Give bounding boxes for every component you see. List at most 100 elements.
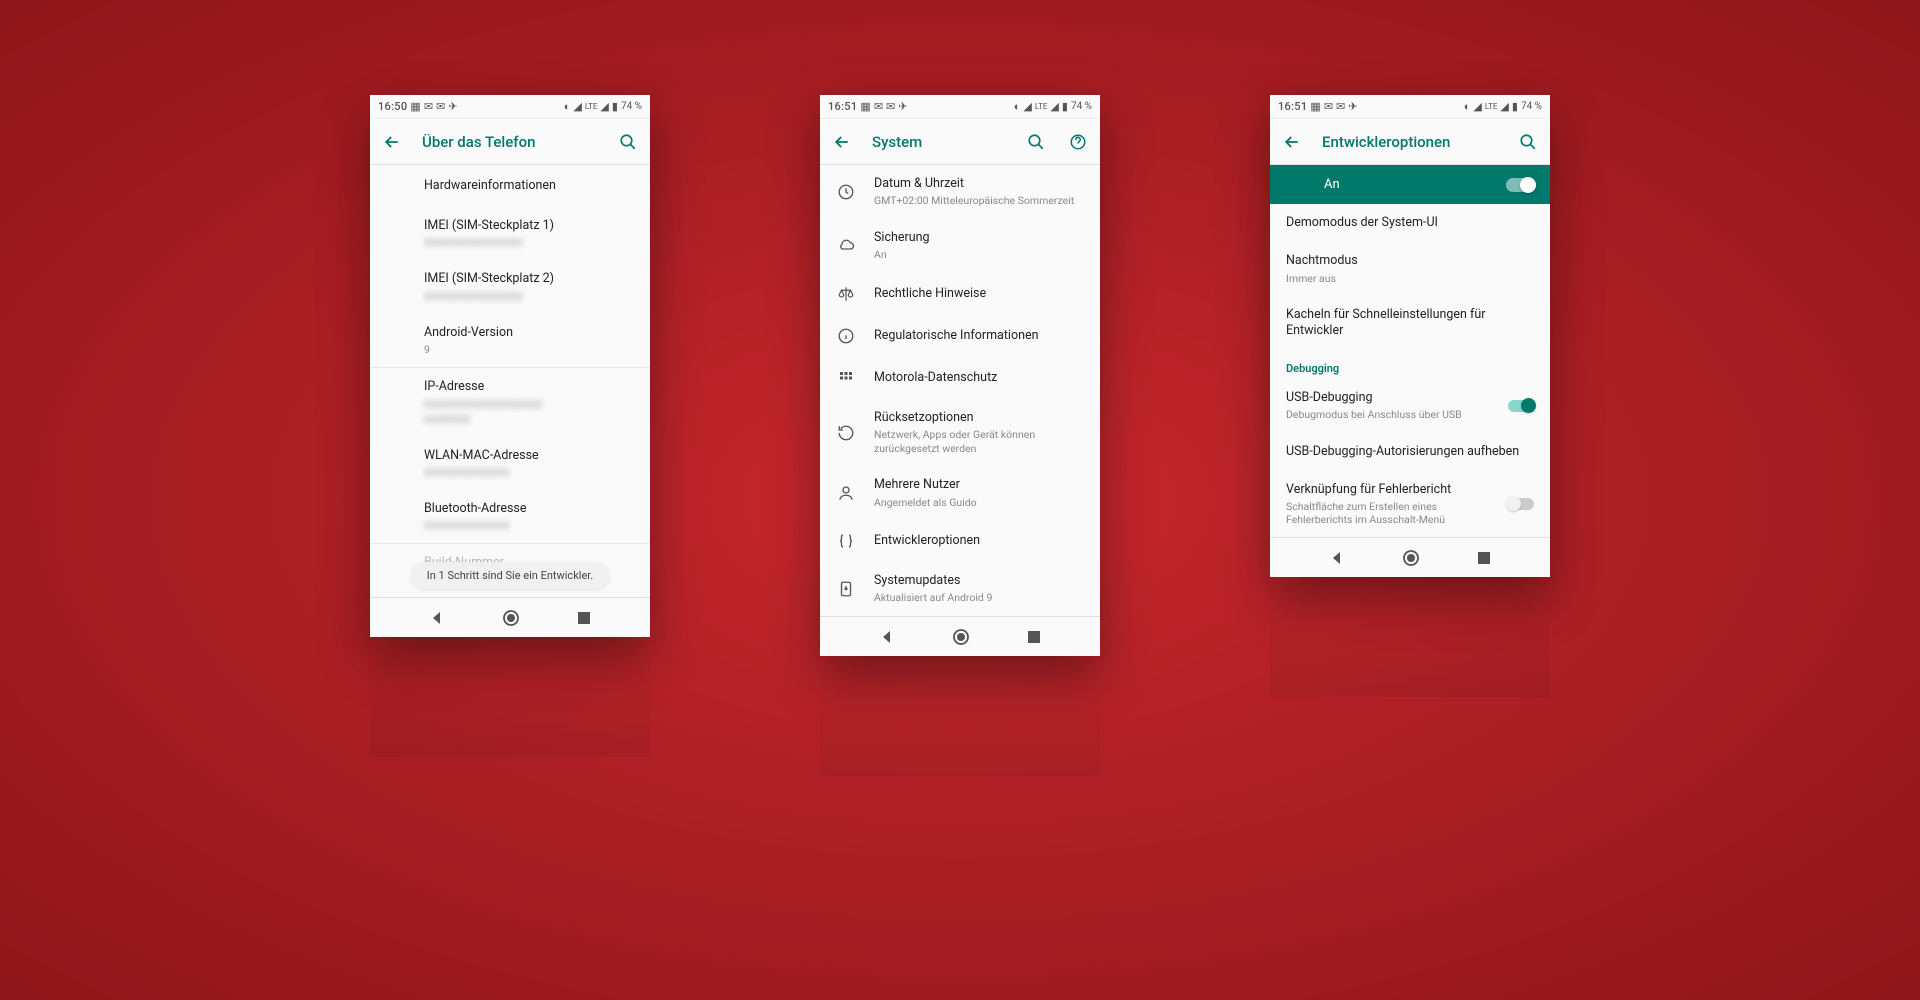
- nav-back[interactable]: [879, 629, 895, 645]
- system-item-8[interactable]: SystemupdatesAktualisiert auf Android 9: [820, 562, 1100, 616]
- info-icon: [836, 326, 856, 346]
- vibrate-icon: ◐: [1014, 101, 1021, 112]
- back-button[interactable]: [830, 132, 854, 152]
- item-usb-debugging[interactable]: USB-Debugging Debugmodus bei Anschluss ü…: [1270, 379, 1550, 432]
- item-revoke-usb[interactable]: USB-Debugging-Autorisierungen aufheben: [1270, 433, 1550, 471]
- status-time: 16:51: [1278, 100, 1307, 113]
- search-button[interactable]: [616, 133, 640, 151]
- vibrate-icon: ◐: [1464, 101, 1471, 112]
- wifi-icon: ◢: [573, 101, 581, 112]
- system-item-3[interactable]: Regulatorische Informationen: [820, 315, 1100, 357]
- nav-home[interactable]: [1402, 549, 1420, 567]
- person-icon: [836, 483, 856, 503]
- signal-icon: ◢: [600, 101, 608, 112]
- battery-percent: 74 %: [1071, 101, 1092, 112]
- wifi-icon: ◢: [1473, 101, 1481, 112]
- system-item-7[interactable]: Entwickleroptionen: [820, 520, 1100, 562]
- mail-icon-2: ✉: [436, 101, 445, 112]
- battery-icon: ▮: [612, 101, 618, 112]
- mail-icon: ✉: [424, 101, 433, 112]
- nav-bar: [370, 597, 650, 637]
- system-item-6[interactable]: Mehrere NutzerAngemeldet als Guido: [820, 466, 1100, 520]
- screen-title: System: [872, 133, 1006, 151]
- nav-home[interactable]: [502, 609, 520, 627]
- signal-icon: ◢: [1050, 101, 1058, 112]
- master-toggle[interactable]: [1506, 178, 1534, 192]
- calendar-icon: ▦: [860, 101, 870, 112]
- battery-icon: ▮: [1512, 101, 1518, 112]
- item-ip[interactable]: IP-Adresse XXXXXXXXXXXXXXXXXX XXXXXXX: [370, 368, 650, 436]
- phone-developer: 16:51 ▦ ✉ ✉ ✈ ◐ ◢ LTE ◢ ▮ 74 % Entwickle…: [1270, 95, 1550, 577]
- send-icon: ✈: [1348, 101, 1357, 112]
- nav-back[interactable]: [1329, 550, 1345, 566]
- bug-report-toggle[interactable]: [1508, 498, 1534, 510]
- mail-icon-2: ✉: [886, 101, 895, 112]
- update-icon: [836, 579, 856, 599]
- nav-back[interactable]: [429, 610, 445, 626]
- status-time: 16:50: [378, 100, 407, 113]
- item-hardware[interactable]: Hardwareinformationen: [370, 165, 650, 207]
- send-icon: ✈: [898, 101, 907, 112]
- system-item-0[interactable]: Datum & UhrzeitGMT+02:00 Mitteleuropäisc…: [820, 165, 1100, 219]
- system-item-4[interactable]: Motorola-Datenschutz: [820, 357, 1100, 399]
- system-item-5[interactable]: RücksetzoptionenNetzwerk, Apps oder Gerä…: [820, 399, 1100, 467]
- item-bluetooth[interactable]: Bluetooth-Adresse XXXXXXXXXXXXX: [370, 490, 650, 543]
- nav-bar: [1270, 537, 1550, 577]
- nav-bar: [820, 616, 1100, 656]
- scale-icon: [836, 284, 856, 304]
- usb-debug-toggle[interactable]: [1508, 400, 1534, 412]
- phone-about: 16:50 ▦ ✉ ✉ ✈ ◐ ◢ LTE ◢ ▮ 74 % Über das …: [370, 95, 650, 637]
- item-bug-report-shortcut[interactable]: Verknüpfung für Fehlerbericht Schaltfläc…: [1270, 471, 1550, 538]
- master-toggle-row[interactable]: An: [1270, 165, 1550, 204]
- nav-recent[interactable]: [577, 611, 591, 625]
- system-item-2[interactable]: Rechtliche Hinweise: [820, 273, 1100, 315]
- mail-icon: ✉: [1324, 101, 1333, 112]
- battery-percent: 74 %: [621, 101, 642, 112]
- send-icon: ✈: [448, 101, 457, 112]
- item-android-version[interactable]: Android-Version 9: [370, 314, 650, 368]
- content-area: Hardwareinformationen IMEI (SIM-Steckpla…: [370, 165, 650, 597]
- item-wlan-mac[interactable]: WLAN-MAC-Adresse XXXXXXXXXXXXX: [370, 437, 650, 490]
- status-bar: 16:51 ▦ ✉ ✉ ✈ ◐ ◢ LTE ◢ ▮ 74 %: [1270, 95, 1550, 119]
- grid-icon: [836, 368, 856, 388]
- item-imei2[interactable]: IMEI (SIM-Steckplatz 2) XXXXXXXXXXXXXXX: [370, 260, 650, 313]
- lte-label: LTE: [585, 102, 598, 111]
- developer-toast: In 1 Schritt sind Sie ein Entwickler.: [411, 562, 610, 589]
- mail-icon: ✉: [874, 101, 883, 112]
- app-bar: Entwickleroptionen: [1270, 119, 1550, 165]
- item-qs-tiles[interactable]: Kacheln für Schnelleinstellungen für Ent…: [1270, 296, 1550, 351]
- lte-label: LTE: [1485, 102, 1498, 111]
- calendar-icon: ▦: [1310, 101, 1320, 112]
- restore-icon: [836, 423, 856, 443]
- search-button[interactable]: [1024, 133, 1048, 151]
- mail-icon-2: ✉: [1336, 101, 1345, 112]
- item-imei1[interactable]: IMEI (SIM-Steckplatz 1) XXXXXXXXXXXXXXX: [370, 207, 650, 260]
- lte-label: LTE: [1035, 102, 1048, 111]
- content-area: An Demomodus der System-UI Nachtmodus Im…: [1270, 165, 1550, 537]
- search-button[interactable]: [1516, 133, 1540, 151]
- signal-icon: ◢: [1500, 101, 1508, 112]
- phone-system: 16:51 ▦ ✉ ✉ ✈ ◐ ◢ LTE ◢ ▮ 74 % System Da…: [820, 95, 1100, 656]
- app-bar: System: [820, 119, 1100, 165]
- content-area: Datum & UhrzeitGMT+02:00 Mitteleuropäisc…: [820, 165, 1100, 616]
- vibrate-icon: ◐: [564, 101, 571, 112]
- clock-icon: [836, 182, 856, 202]
- battery-percent: 74 %: [1521, 101, 1542, 112]
- nav-recent[interactable]: [1027, 630, 1041, 644]
- braces-icon: [836, 531, 856, 551]
- app-bar: Über das Telefon: [370, 119, 650, 165]
- nav-home[interactable]: [952, 628, 970, 646]
- battery-icon: ▮: [1062, 101, 1068, 112]
- item-demo-mode[interactable]: Demomodus der System-UI: [1270, 204, 1550, 242]
- section-debugging: Debugging: [1270, 350, 1550, 379]
- system-item-1[interactable]: SicherungAn: [820, 219, 1100, 273]
- screen-title: Über das Telefon: [422, 133, 598, 151]
- item-night-mode[interactable]: Nachtmodus Immer aus: [1270, 242, 1550, 295]
- status-bar: 16:51 ▦ ✉ ✉ ✈ ◐ ◢ LTE ◢ ▮ 74 %: [820, 95, 1100, 119]
- back-button[interactable]: [1280, 132, 1304, 152]
- calendar-icon: ▦: [410, 101, 420, 112]
- status-time: 16:51: [828, 100, 857, 113]
- nav-recent[interactable]: [1477, 551, 1491, 565]
- help-button[interactable]: [1066, 133, 1090, 151]
- back-button[interactable]: [380, 132, 404, 152]
